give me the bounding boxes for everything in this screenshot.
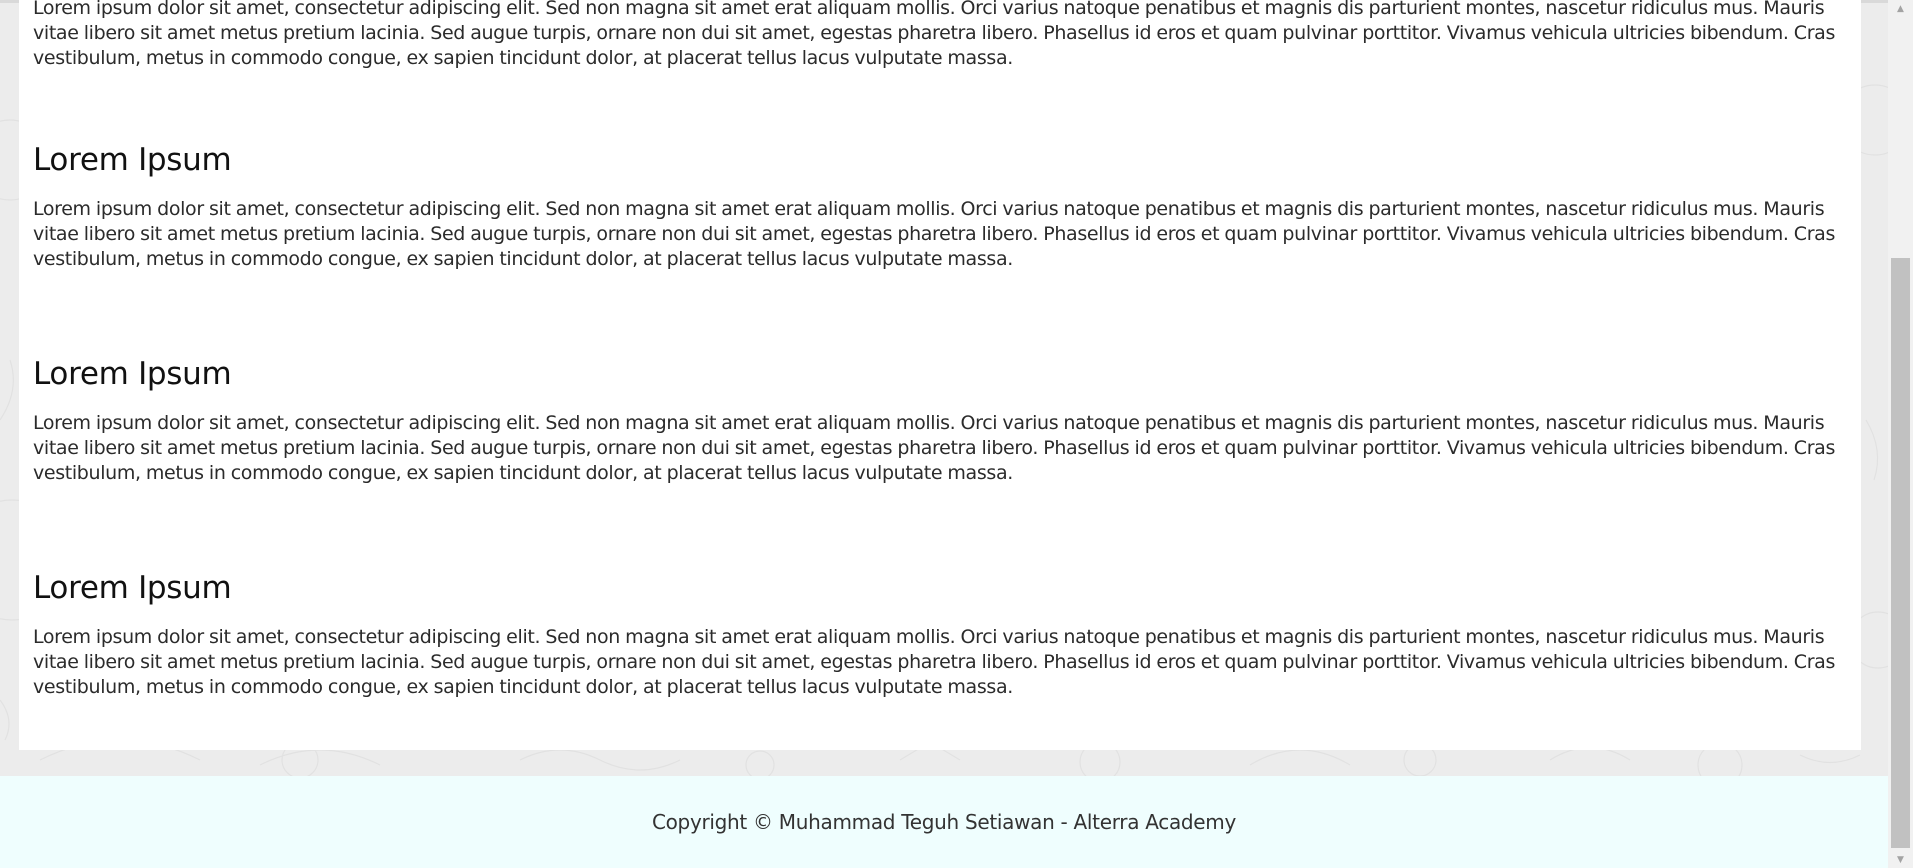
article-section-2: Lorem Ipsum Lorem ipsum dolor sit amet, …	[33, 140, 1843, 272]
article-body: Lorem ipsum dolor sit amet, consectetur …	[33, 412, 1836, 484]
article-body: Lorem ipsum dolor sit amet, consectetur …	[33, 0, 1836, 69]
article-body: Lorem ipsum dolor sit amet, consectetur …	[33, 198, 1836, 270]
article-section-3: Lorem Ipsum Lorem ipsum dolor sit amet, …	[33, 354, 1843, 486]
vertical-scrollbar[interactable]: ▲ ▼	[1888, 0, 1913, 868]
article-section-1: Lorem ipsum dolor sit amet, consectetur …	[33, 0, 1843, 71]
page-footer: Copyright © Muhammad Teguh Setiawan - Al…	[0, 776, 1888, 868]
scroll-down-button[interactable]: ▼	[1888, 851, 1913, 868]
triangle-down-icon: ▼	[1897, 854, 1904, 865]
article-body: Lorem ipsum dolor sit amet, consectetur …	[33, 626, 1836, 698]
scroll-thumb[interactable]	[1891, 258, 1910, 848]
footer-copyright: Copyright © Muhammad Teguh Setiawan - Al…	[651, 810, 1237, 834]
article-heading: Lorem Ipsum	[33, 570, 232, 606]
scroll-up-button[interactable]: ▲	[1888, 0, 1913, 17]
article-section-4: Lorem Ipsum Lorem ipsum dolor sit amet, …	[33, 568, 1843, 700]
article-heading: Lorem Ipsum	[33, 356, 232, 392]
content-card: Lorem ipsum dolor sit amet, consectetur …	[19, 0, 1861, 750]
triangle-up-icon: ▲	[1897, 3, 1904, 14]
article-heading: Lorem Ipsum	[33, 142, 232, 178]
page-viewport: Lorem ipsum dolor sit amet, consectetur …	[0, 0, 1913, 868]
